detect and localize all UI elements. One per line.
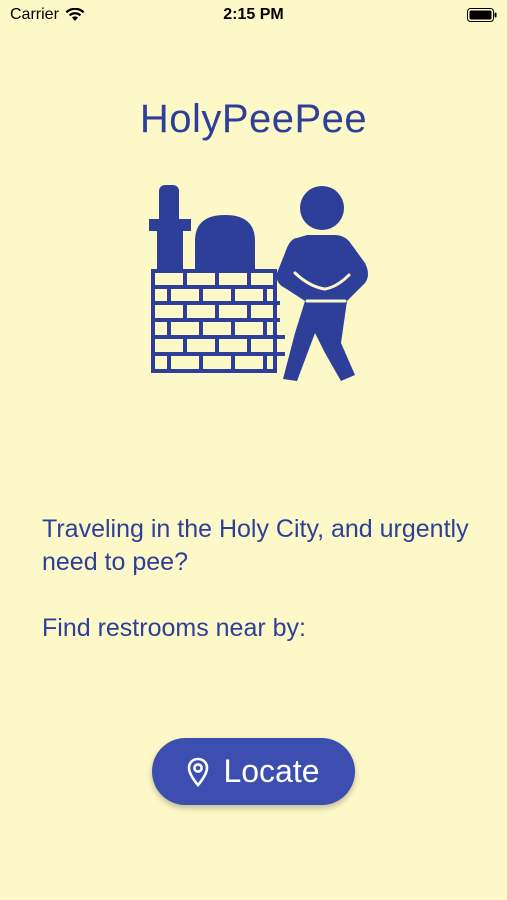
locate-button[interactable]: Locate [152,738,355,805]
find-restrooms-text: Find restrooms near by: [42,614,306,642]
location-pin-icon [188,757,209,787]
man-peeing-on-wall-logo [149,185,368,381]
battery-icon [467,8,497,22]
status-bar: Carrier 2:15 PM [0,0,507,30]
locate-button-label: Locate [223,753,320,789]
app-title: HolyPeePee [139,97,368,141]
status-time: 2:15 PM [223,6,284,23]
intro-text: Traveling in the Holy City, and urgently… [42,515,469,576]
